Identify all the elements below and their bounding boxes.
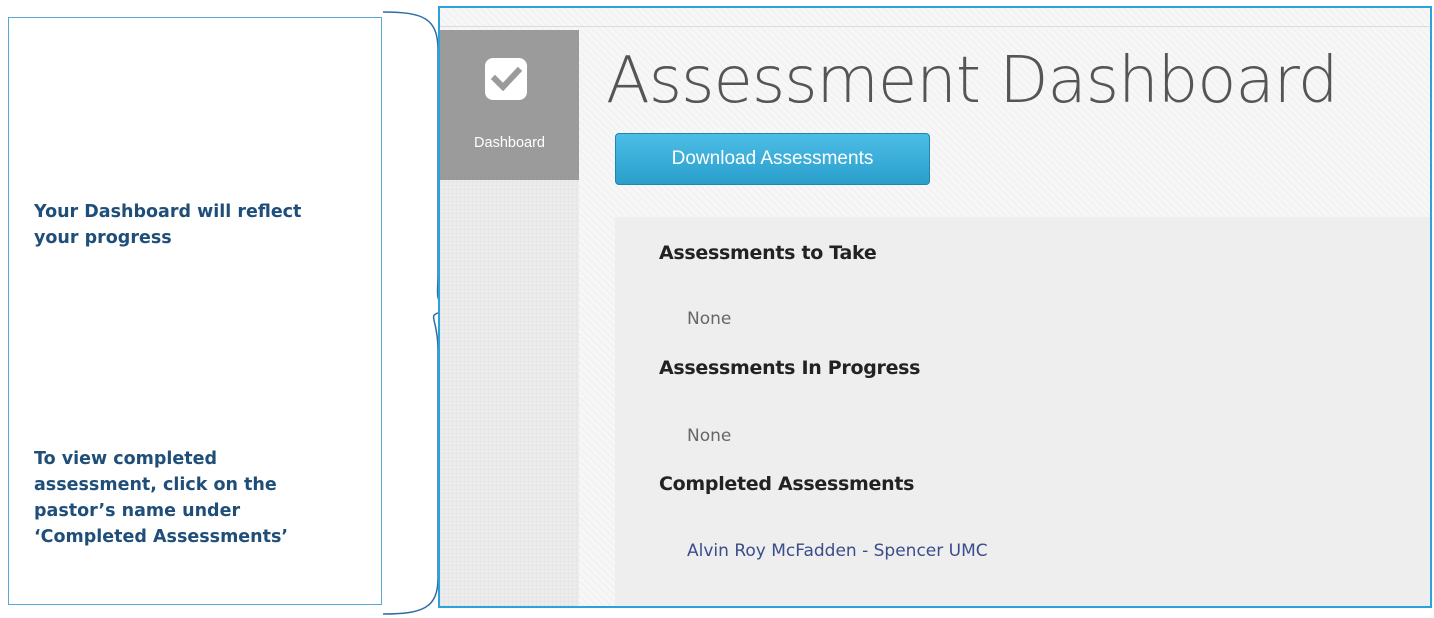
section-heading-completed: Completed Assessments xyxy=(659,473,915,495)
checkbox-icon xyxy=(485,58,527,100)
top-divider xyxy=(440,26,1430,27)
sidebar: Dashboard xyxy=(440,30,579,606)
in-progress-empty-text: None xyxy=(687,426,732,446)
sidebar-item-label: Dashboard xyxy=(474,135,545,151)
to-take-empty-text: None xyxy=(687,309,732,329)
section-heading-in-progress: Assessments In Progress xyxy=(659,357,921,379)
completed-list-item: Alvin Roy McFadden - Spencer UMC xyxy=(687,541,988,561)
app-screenshot: Dashboard Assessment Dashboard Download … xyxy=(438,6,1432,608)
page-title: Assessment Dashboard xyxy=(606,44,1338,118)
callout-note-progress: Your Dashboard will reflect your progres… xyxy=(34,202,302,248)
callout-note-completed: To view completed assessment, click on t… xyxy=(34,449,289,547)
sidebar-item-dashboard[interactable]: Dashboard xyxy=(440,30,579,180)
callout-box: Your Dashboard will reflect your progres… xyxy=(8,17,382,605)
completed-assessment-link[interactable]: Alvin Roy McFadden - Spencer UMC xyxy=(687,541,988,561)
tutorial-canvas: Your Dashboard will reflect your progres… xyxy=(0,0,1434,618)
download-assessments-button[interactable]: Download Assessments xyxy=(615,133,930,185)
assessments-panel: Assessments to Take None Assessments In … xyxy=(615,217,1430,606)
section-heading-to-take: Assessments to Take xyxy=(659,242,877,264)
